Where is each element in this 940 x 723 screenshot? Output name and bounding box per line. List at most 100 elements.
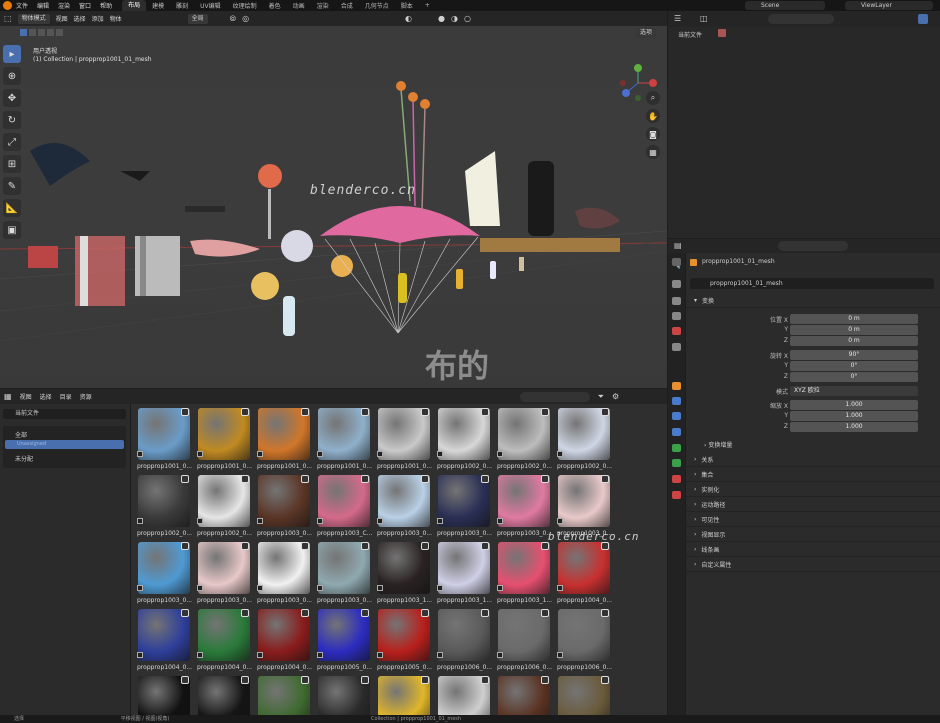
asset-item[interactable] [435, 674, 493, 715]
asset-item[interactable]: propprop1003_0... [135, 540, 193, 607]
asset-edit-icon[interactable] [601, 676, 609, 684]
catalog-unassigned[interactable]: 未分配 [15, 454, 33, 463]
asset-item[interactable]: propprop1001_0... [255, 406, 313, 473]
asset-item[interactable]: propprop1002_0... [435, 406, 493, 473]
delta-transform-subpanel[interactable]: › 变换增量 [704, 440, 732, 449]
asset-edit-icon[interactable] [481, 676, 489, 684]
pan-hand-icon[interactable]: ✋ [646, 109, 660, 123]
asset-item[interactable] [135, 674, 193, 715]
move-icon[interactable]: ✥ [3, 89, 21, 107]
asset-item[interactable]: propprop1004_0... [255, 607, 313, 674]
transform-orientation-dropdown[interactable]: 全局 [187, 13, 208, 24]
asset-menu-select[interactable]: 选择 [40, 392, 52, 401]
menu-view[interactable]: 视图 [56, 14, 68, 23]
tab-compositing[interactable]: 合成 [335, 1, 359, 10]
asset-item[interactable] [495, 674, 553, 715]
asset-edit-icon[interactable] [361, 475, 369, 483]
tab-texture-paint[interactable]: 纹理绘制 [227, 1, 263, 10]
rotate-icon[interactable]: ↻ [3, 111, 21, 129]
section-relations[interactable]: › 关系 [686, 452, 940, 467]
asset-edit-icon[interactable] [481, 609, 489, 617]
asset-item[interactable]: propprop1004_0... [555, 540, 613, 607]
menu-select[interactable]: 选择 [74, 14, 86, 23]
asset-item[interactable] [315, 674, 373, 715]
asset-edit-icon[interactable] [481, 475, 489, 483]
tab-rendering[interactable]: 渲染 [311, 1, 335, 10]
select-mode-icon-3[interactable] [38, 29, 45, 36]
asset-edit-icon[interactable] [601, 542, 609, 550]
asset-item[interactable]: propprop1003_1... [495, 540, 553, 607]
location-x-field[interactable]: 0 m [790, 314, 918, 324]
properties-search[interactable] [778, 241, 848, 251]
asset-item[interactable]: propprop1006_0... [495, 607, 553, 674]
asset-menu-view[interactable]: 视图 [20, 392, 32, 401]
asset-edit-icon[interactable] [421, 542, 429, 550]
select-mode-icon-5[interactable] [56, 29, 63, 36]
select-mode-icon-2[interactable] [29, 29, 36, 36]
shading-material-icon[interactable]: ◑ [451, 14, 458, 23]
snap-icon[interactable]: ⦾ [230, 14, 236, 24]
asset-item[interactable]: propprop1004_0... [195, 607, 253, 674]
rotation-x-field[interactable]: 90° [790, 350, 918, 360]
tab-shading[interactable]: 着色 [263, 1, 287, 10]
asset-edit-icon[interactable] [301, 475, 309, 483]
scale-y-field[interactable]: 1.000 [790, 411, 918, 421]
outliner-search[interactable] [768, 14, 834, 24]
asset-edit-icon[interactable] [601, 475, 609, 483]
rotation-z-field[interactable]: 0° [790, 372, 918, 382]
asset-edit-icon[interactable] [541, 542, 549, 550]
asset-edit-icon[interactable] [421, 475, 429, 483]
asset-edit-icon[interactable] [601, 609, 609, 617]
catalog-unassigned-selected[interactable]: Unassigned [5, 440, 124, 449]
catalog-all[interactable]: 全部 [15, 430, 27, 439]
asset-edit-icon[interactable] [181, 475, 189, 483]
select-box-icon[interactable]: ▸ [3, 45, 21, 63]
rotation-mode-dropdown[interactable]: XYZ 欧拉 [790, 386, 918, 396]
scale-x-field[interactable]: 1.000 [790, 400, 918, 410]
asset-edit-icon[interactable] [421, 676, 429, 684]
asset-edit-icon[interactable] [241, 408, 249, 416]
asset-edit-icon[interactable] [181, 542, 189, 550]
tab-geometry-nodes[interactable]: 几何节点 [359, 1, 395, 10]
asset-edit-icon[interactable] [361, 542, 369, 550]
asset-item[interactable]: propprop1004_0... [135, 607, 193, 674]
asset-item[interactable]: propprop1001_0... [375, 406, 433, 473]
overlay-icon[interactable]: ◐ [405, 14, 412, 23]
section-line-art[interactable]: › 线条画 [686, 542, 940, 557]
scale-z-field[interactable]: 1.000 [790, 422, 918, 432]
add-workspace-button[interactable]: + [419, 2, 436, 9]
asset-item[interactable]: propprop1003_0... [195, 540, 253, 607]
outliner-editor-icon[interactable]: ☰ [674, 14, 681, 23]
asset-edit-icon[interactable] [361, 408, 369, 416]
section-visibility[interactable]: › 可见性 [686, 512, 940, 527]
asset-item[interactable]: propprop1003_0... [315, 540, 373, 607]
menu-file[interactable]: 文件 [16, 1, 28, 10]
asset-edit-icon[interactable] [241, 609, 249, 617]
asset-item[interactable]: propprop1002_0... [195, 473, 253, 540]
asset-filter-icon[interactable]: ⏷ [598, 392, 604, 402]
select-mode-icon-1[interactable] [20, 29, 27, 36]
asset-edit-icon[interactable] [181, 676, 189, 684]
asset-edit-icon[interactable] [181, 609, 189, 617]
location-y-field[interactable]: 0 m [790, 325, 918, 335]
measure-icon[interactable]: 📐 [3, 199, 21, 217]
asset-item[interactable]: propprop1003_0... [255, 540, 313, 607]
rotation-y-field[interactable]: 0° [790, 361, 918, 371]
scene-selector[interactable]: Scene [745, 1, 825, 10]
asset-edit-icon[interactable] [541, 475, 549, 483]
scale-icon[interactable]: ⤢ [3, 133, 21, 151]
shading-rendered-icon[interactable]: ○ [464, 14, 471, 23]
asset-edit-icon[interactable] [301, 676, 309, 684]
asset-item[interactable] [555, 674, 613, 715]
asset-edit-icon[interactable] [481, 542, 489, 550]
section-custom-properties[interactable]: › 自定义属性 [686, 557, 940, 572]
asset-edit-icon[interactable] [421, 609, 429, 617]
asset-edit-icon[interactable] [361, 676, 369, 684]
menu-add[interactable]: 添加 [92, 14, 104, 23]
library-dropdown[interactable]: 当前文件 [3, 409, 126, 419]
menu-window[interactable]: 窗口 [79, 1, 91, 10]
object-mode-dropdown[interactable]: 物体模式 [17, 13, 50, 24]
view-layer-selector[interactable]: ViewLayer [845, 1, 933, 10]
editor-type-icon[interactable]: ⬚ [4, 14, 12, 23]
tab-animation[interactable]: 动画 [287, 1, 311, 10]
